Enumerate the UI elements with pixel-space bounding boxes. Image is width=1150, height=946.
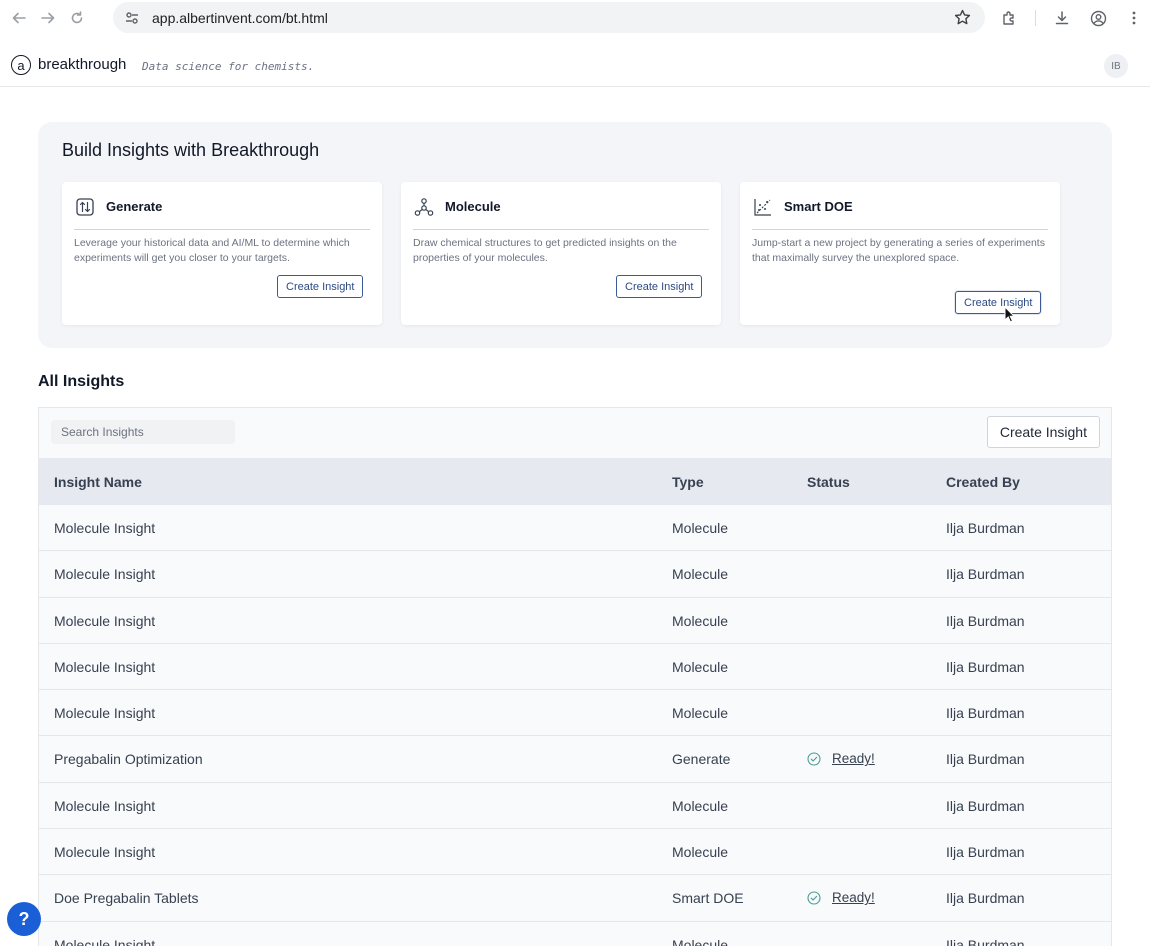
insight-name-cell[interactable]: Molecule Insight (54, 659, 155, 675)
created-by-cell: Ilja Burdman (946, 936, 1025, 946)
table-row[interactable]: Molecule Insight Molecule Ilja Burdman (39, 921, 1111, 946)
column-header-type[interactable]: Type (672, 474, 704, 490)
created-by-cell: Ilja Burdman (946, 612, 1025, 629)
create-insight-button[interactable]: Create Insight (986, 416, 1100, 448)
insights-table: Search Insights Create Insight Insight N… (38, 407, 1112, 946)
browser-actions (999, 0, 1150, 36)
toolbar-divider (1035, 10, 1036, 26)
molecule-icon (413, 196, 435, 218)
insight-name-cell[interactable]: Pregabalin Optimization (54, 751, 203, 767)
column-header-name[interactable]: Insight Name (54, 474, 142, 490)
help-button[interactable]: ? (7, 902, 41, 936)
table-toolbar: Search Insights Create Insight (39, 408, 1111, 458)
create-insight-button[interactable]: Create Insight (277, 275, 364, 298)
created-by-cell: Ilja Burdman (946, 890, 1025, 907)
card-description: Leverage your historical data and AI/ML … (74, 237, 350, 264)
insight-type-cell: Molecule (672, 705, 729, 722)
insight-name-cell[interactable]: Molecule Insight (54, 520, 155, 536)
table-row[interactable]: Molecule Insight Molecule Ilja Burdman (39, 643, 1111, 691)
forward-icon[interactable] (37, 7, 59, 29)
mouse-cursor-icon (1004, 306, 1016, 323)
table-row[interactable]: Molecule Insight Molecule Ilja Burdman (39, 505, 1111, 552)
table-header: Insight Name Type Status Created By (39, 458, 1111, 505)
sort-arrows-icon (74, 196, 96, 218)
status-ready-link[interactable]: Ready! (832, 890, 875, 905)
created-by-cell: Ilja Burdman (946, 705, 1025, 722)
insight-name-cell[interactable]: Molecule Insight (54, 937, 155, 946)
insight-type-cell: Generate (672, 751, 731, 768)
table-row[interactable]: Doe Pregabalin Tablets Smart DOE Ready! Ilj… (39, 875, 1111, 922)
insight-name-cell[interactable]: Doe Pregabalin Tablets (54, 890, 199, 906)
created-by-cell: Ilja Burdman (946, 751, 1025, 768)
created-by-cell: Ilja Burdman (946, 566, 1025, 583)
profile-icon[interactable] (1088, 8, 1108, 28)
insight-name-cell[interactable]: Molecule Insight (54, 705, 155, 721)
url-text[interactable]: app.albertinvent.com/bt.html (152, 10, 328, 26)
smart-doe-card: Smart DOE Jump-start a new project by ge… (740, 182, 1060, 325)
insight-type-cell: Molecule (672, 658, 729, 675)
table-row[interactable]: Molecule Insight Molecule Ilja Burdman (39, 829, 1111, 876)
insight-type-cell: Molecule (672, 612, 729, 629)
site-settings-icon[interactable] (124, 10, 140, 26)
user-avatar[interactable]: IB (1104, 54, 1128, 78)
insight-type-cell: Molecule (672, 797, 729, 814)
insight-type-cell: Molecule (672, 936, 729, 946)
app-header: a breakthrough Data science for chemists… (0, 42, 1150, 87)
table-row[interactable]: Molecule Insight Molecule Ilja Burdman (39, 551, 1111, 598)
card-header: Molecule (413, 196, 709, 230)
build-insights-panel: Build Insights with Breakthrough Generat… (38, 122, 1112, 348)
table-body: Molecule Insight Molecule Ilja Burdman Mole… (39, 505, 1111, 946)
check-circle-icon (807, 752, 821, 766)
tagline: Data science for chemists. (142, 60, 315, 73)
table-row[interactable]: Molecule Insight Molecule Ilja Burdman (39, 782, 1111, 830)
card-header: Generate (74, 196, 370, 230)
create-insight-button[interactable]: Create Insight (616, 275, 703, 298)
insight-type-cell: Molecule (672, 844, 729, 861)
status-cell: Ready! (807, 890, 875, 905)
insight-type-cell: Molecule (672, 520, 729, 536)
table-row[interactable]: Pregabalin Optimization Generate Ready! Ilj… (39, 736, 1111, 783)
search-input[interactable]: Search Insights (51, 420, 235, 444)
card-title: Molecule (445, 199, 501, 214)
generate-card: Generate Leverage your historical data a… (62, 182, 382, 325)
menu-kebab-icon[interactable] (1124, 8, 1144, 28)
back-icon[interactable] (8, 7, 30, 29)
card-title: Generate (106, 199, 163, 214)
card-title: Smart DOE (784, 199, 853, 214)
download-icon[interactable] (1052, 8, 1072, 28)
table-row[interactable]: Molecule Insight Molecule Ilja Burdman (39, 690, 1111, 737)
molecule-card: Molecule Draw chemical structures to get… (401, 182, 721, 325)
insight-name-cell[interactable]: Molecule Insight (54, 844, 155, 860)
reload-icon[interactable] (66, 7, 88, 29)
created-by-cell: Ilja Burdman (946, 658, 1025, 675)
scatter-chart-icon (752, 196, 774, 218)
created-by-cell: Ilja Burdman (946, 520, 1025, 536)
address-bar[interactable]: app.albertinvent.com/bt.html (113, 2, 985, 33)
insight-type-cell: Smart DOE (672, 890, 744, 907)
brand-logo[interactable]: a (11, 55, 31, 75)
bookmark-star-icon[interactable] (954, 9, 971, 31)
card-description: Draw chemical structures to get predicte… (413, 237, 677, 264)
insight-name-cell[interactable]: Molecule Insight (54, 566, 155, 582)
card-description: Jump-start a new project by generating a… (752, 237, 1045, 264)
column-header-status[interactable]: Status (807, 474, 850, 490)
insight-name-cell[interactable]: Molecule Insight (54, 798, 155, 814)
create-insight-button[interactable]: Create Insight (955, 291, 1042, 314)
brand-name[interactable]: breakthrough (38, 56, 126, 73)
created-by-cell: Ilja Burdman (946, 844, 1025, 861)
status-cell: Ready! (807, 751, 875, 766)
insight-name-cell[interactable]: Molecule Insight (54, 613, 155, 629)
check-circle-icon (807, 891, 821, 905)
extensions-icon[interactable] (999, 8, 1019, 28)
status-ready-link[interactable]: Ready! (832, 751, 875, 766)
section-title: All Insights (38, 373, 125, 390)
insight-type-cell: Molecule (672, 566, 729, 583)
card-header: Smart DOE (752, 196, 1048, 230)
created-by-cell: Ilja Burdman (946, 797, 1025, 814)
table-row[interactable]: Molecule Insight Molecule Ilja Burdman (39, 597, 1111, 644)
column-header-created-by[interactable]: Created By (946, 474, 1020, 490)
panel-title: Build Insights with Breakthrough (62, 140, 320, 160)
